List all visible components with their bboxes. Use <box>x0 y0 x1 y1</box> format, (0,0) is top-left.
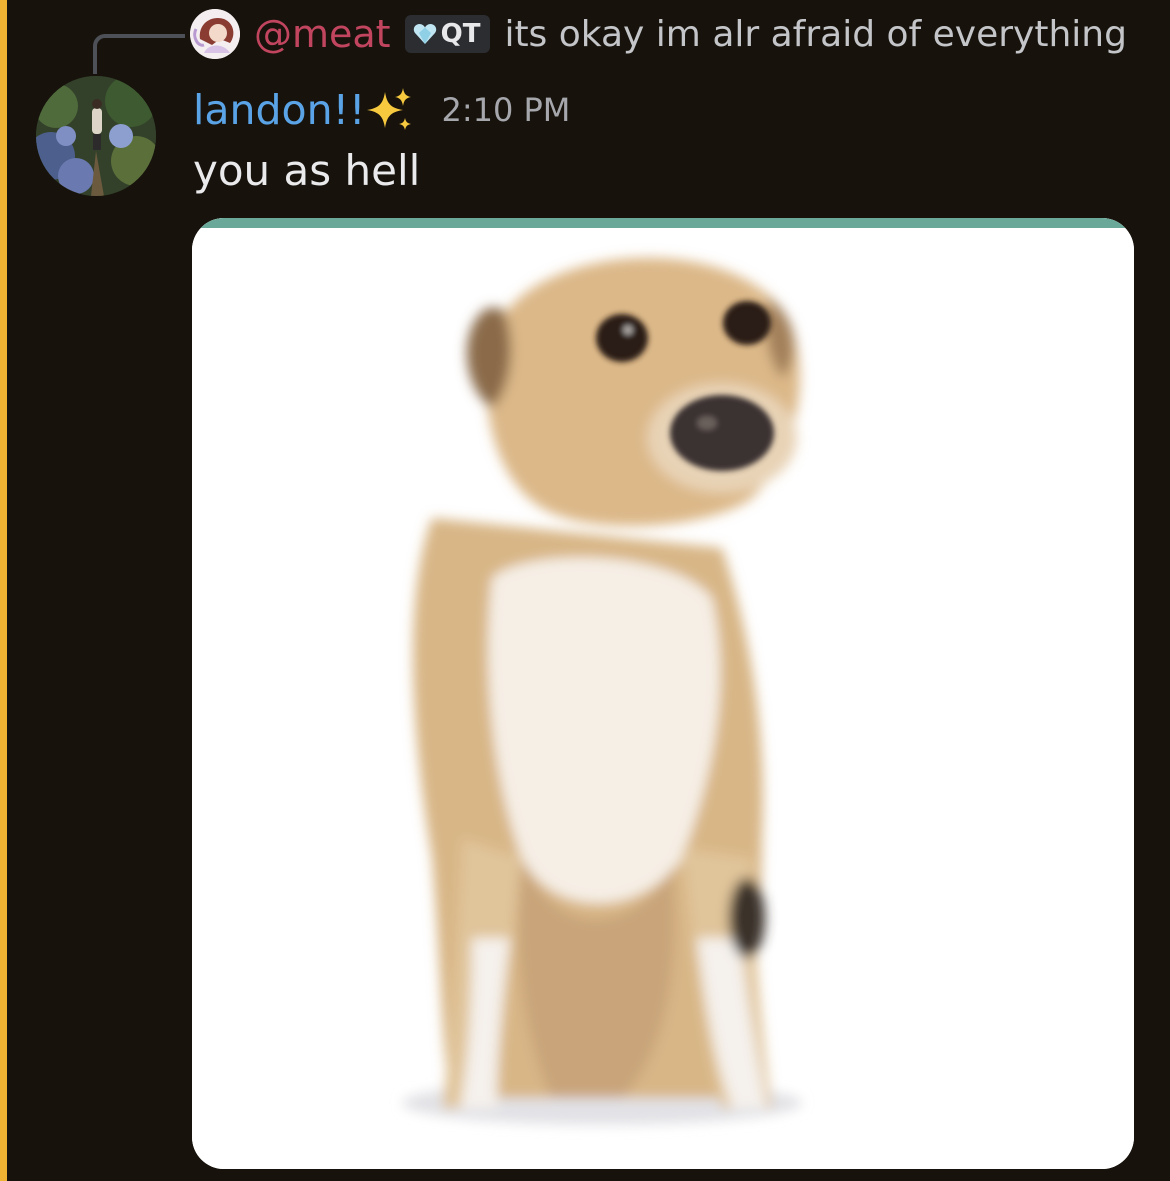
heart-gem-icon <box>413 24 436 44</box>
reply-author-name[interactable]: @meat <box>254 12 391 56</box>
message-timestamp[interactable]: 2:10 PM <box>441 91 570 129</box>
message-content[interactable]: you as hell <box>193 146 420 195</box>
server-tag[interactable]: QT <box>404 15 491 53</box>
author-name-group[interactable]: landon!! <box>193 86 413 134</box>
server-tag-label: QT <box>440 19 481 49</box>
mention-highlight-bar <box>0 0 7 1181</box>
dog-photo <box>192 218 1134 1169</box>
image-attachment[interactable] <box>192 218 1134 1169</box>
sparkles-icon <box>367 88 412 130</box>
author-name[interactable]: landon!! <box>193 86 365 134</box>
message-header: landon!! 2:10 PM <box>193 78 570 142</box>
reply-connector <box>93 34 185 74</box>
reply-author-avatar[interactable] <box>190 9 240 59</box>
reply-message-text[interactable]: its okay im alr afraid of everything <box>504 14 1127 55</box>
author-avatar[interactable] <box>36 76 156 196</box>
reply-preview[interactable]: @meat QT its okay im alr afraid of every… <box>190 4 1127 64</box>
